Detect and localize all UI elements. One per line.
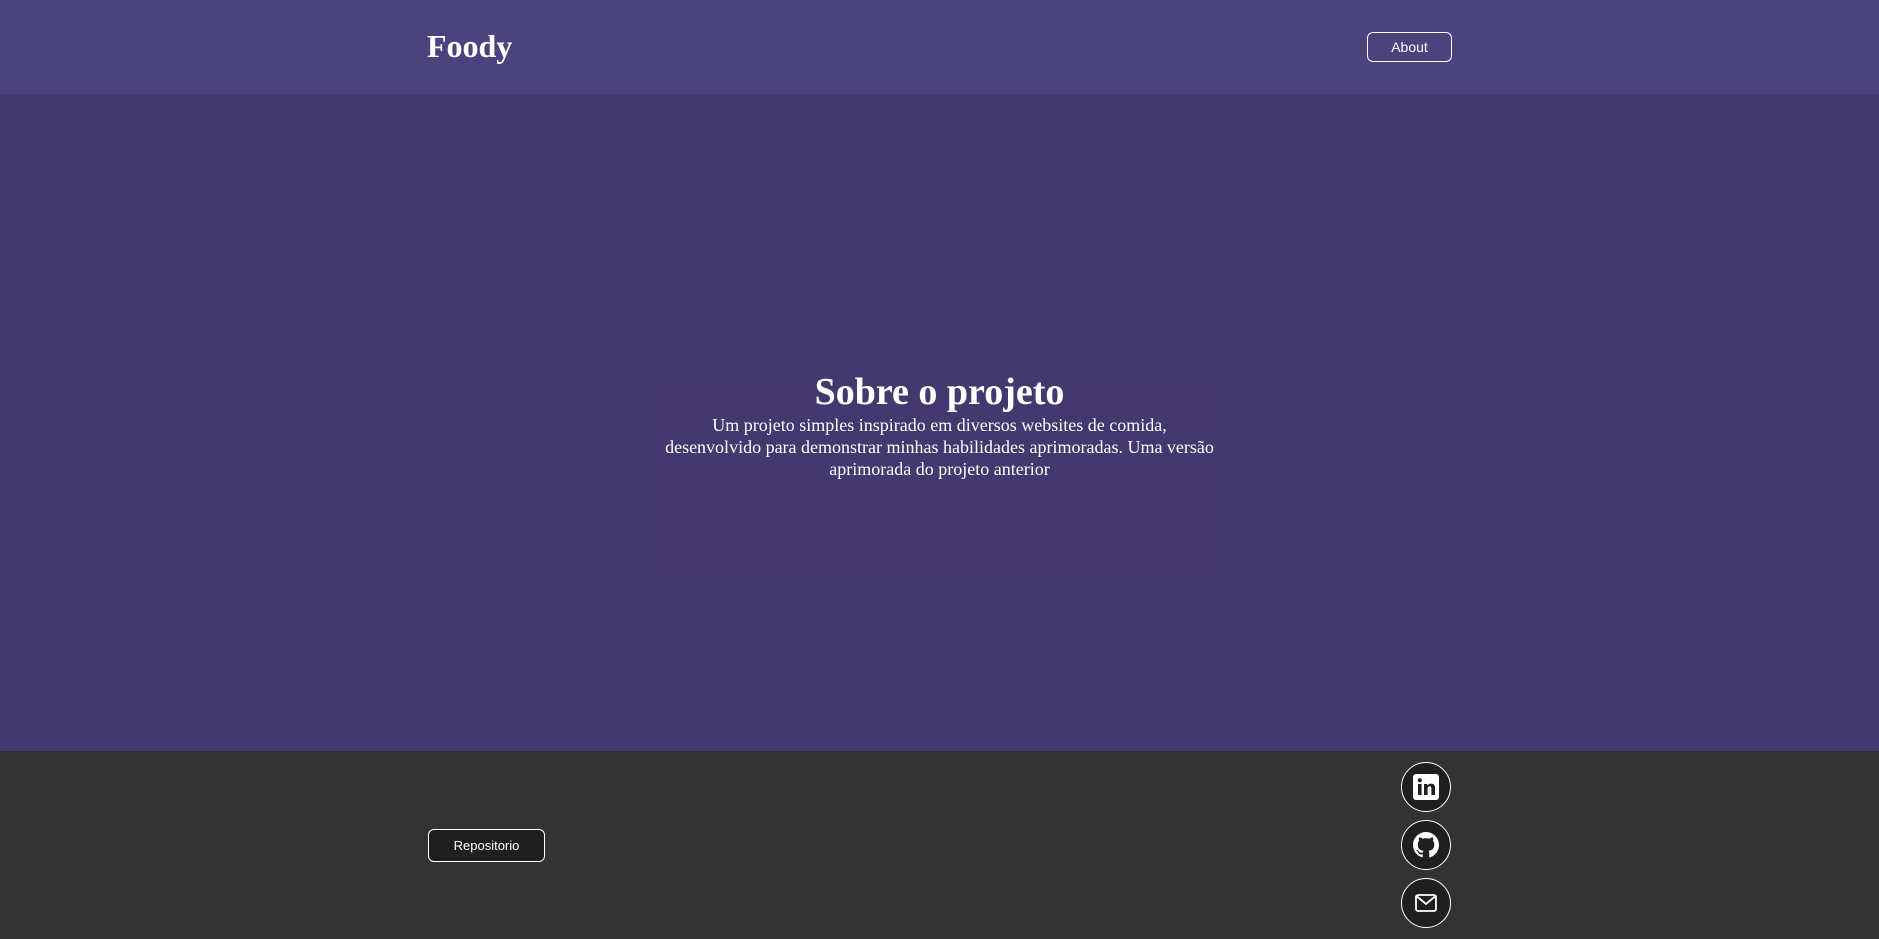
linkedin-icon: [1413, 774, 1439, 800]
main-content: Sobre o projeto Um projeto simples inspi…: [0, 94, 1879, 751]
about-description: Um projeto simples inspirado em diversos…: [665, 415, 1214, 479]
repository-button[interactable]: Repositorio: [428, 829, 545, 862]
logo[interactable]: Foody: [427, 26, 512, 66]
about-button[interactable]: About: [1367, 32, 1452, 62]
github-button[interactable]: [1401, 820, 1451, 870]
about-title: Sobre o projeto: [814, 371, 1065, 413]
about-section: Sobre o projeto Um projeto simples inspi…: [656, 370, 1223, 580]
email-icon: [1415, 894, 1437, 912]
email-button[interactable]: [1401, 878, 1451, 928]
github-icon: [1413, 832, 1439, 858]
site-header: Foody About: [0, 0, 1879, 94]
site-footer: Repositorio: [0, 751, 1879, 939]
linkedin-button[interactable]: [1401, 762, 1451, 812]
